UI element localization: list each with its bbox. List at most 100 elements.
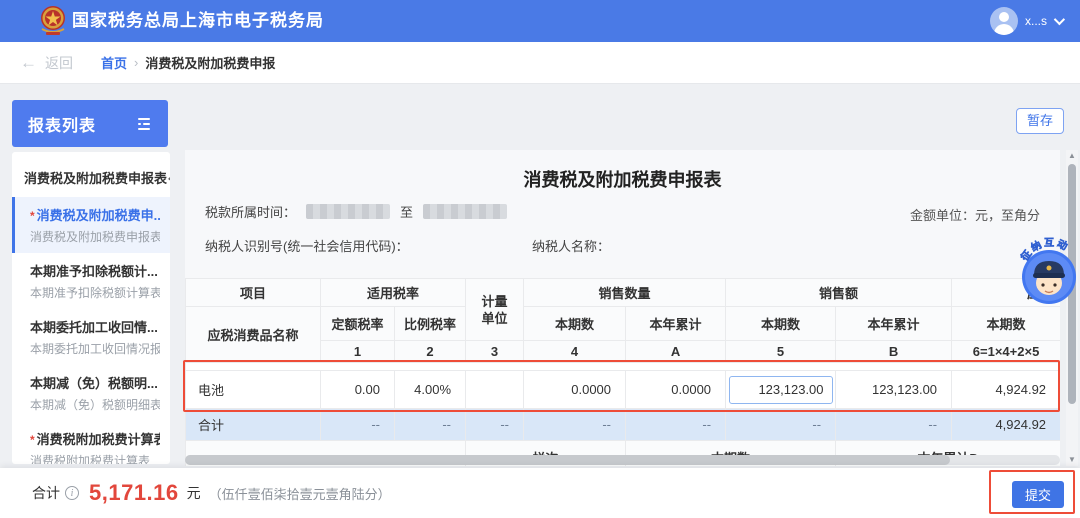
col-fixed-rate: 定额税率 xyxy=(321,307,395,341)
required-asterisk: * xyxy=(30,209,35,223)
app-title: 国家税务总局上海市电子税务局 xyxy=(72,0,324,42)
col-applicable-rate: 适用税率 xyxy=(321,279,466,307)
horizontal-scroll-thumb[interactable] xyxy=(185,455,950,465)
back-arrow-icon[interactable]: ← xyxy=(20,53,37,73)
tax-period-end-redacted xyxy=(423,204,507,219)
spacer-row xyxy=(186,363,1061,371)
breadcrumb-current: 消费税及附加税费申报 xyxy=(145,53,275,72)
caret-up-icon xyxy=(168,174,170,184)
col-sales-qty: 销售数量 xyxy=(524,279,726,307)
temp-save-button[interactable]: 暂存 xyxy=(1016,108,1064,134)
amount-unit-note: 金额单位：元，至角分 xyxy=(910,205,1040,224)
col-sales-amount: 销售额 xyxy=(726,279,952,307)
ratio-rate-cell: 4.00% xyxy=(395,371,466,409)
sidebar-item-label: 本期准予扣除税额计... xyxy=(30,264,158,279)
sidebar-item-surcharge-calc[interactable]: *消费税附加税费计算表 消费税附加税费计算表 xyxy=(12,421,170,464)
colnum-2: 2 xyxy=(395,341,466,363)
colnum-B: B xyxy=(836,341,952,363)
form-title: 消费税及附加税费申报表 xyxy=(185,166,1060,192)
sidebar-item-label: 消费税附加税费计算表 xyxy=(37,432,160,447)
col-tax-current: 本期数 xyxy=(952,307,1060,341)
user-menu[interactable]: x...s xyxy=(990,0,1062,42)
breadcrumb-home[interactable]: 首页 xyxy=(101,53,127,72)
taxpayer-name-label: 纳税人名称： xyxy=(532,236,610,255)
vertical-scroll-thumb[interactable] xyxy=(1068,164,1076,404)
top-header-bar: 国家税务总局上海市电子税务局 x...s xyxy=(0,0,1080,42)
tax-current-cell: 4,924.92 xyxy=(952,371,1060,409)
list-collapse-icon[interactable] xyxy=(136,117,152,131)
tax-period-to: 至 xyxy=(400,202,413,221)
unit-cell xyxy=(466,371,524,409)
tax-period-label: 税款所属时间： xyxy=(205,202,296,221)
sidebar-item-sub: 本期减（免）税额明细表 xyxy=(30,396,160,413)
app-root: 国家税务总局上海市电子税务局 x...s ← 返回 首页 › 消费税及附加税费申… xyxy=(0,0,1080,518)
tax-period-row: 税款所属时间： 至 xyxy=(205,202,507,221)
colnum-5: 5 xyxy=(726,341,836,363)
col-ratio-rate: 比例税率 xyxy=(395,307,466,341)
col-taxable-goods-name: 应税消费品名称 xyxy=(186,307,321,363)
sidebar-item-sub: 本期准予扣除税额计算表 xyxy=(30,284,160,301)
sidebar-item-main-declaration[interactable]: *消费税及附加税费申... 消费税及附加税费申报表 xyxy=(12,197,170,253)
person-icon xyxy=(999,12,1009,22)
back-button[interactable]: 返回 xyxy=(45,53,73,73)
sidebar-item-sub: 消费税及附加税费申报表 xyxy=(30,228,160,245)
footer-total-amount: 5,171.16 xyxy=(89,480,179,506)
breadcrumb-bar: ← 返回 首页 › 消费税及附加税费申报 xyxy=(0,42,1080,84)
sidebar-item-label: 消费税及附加税费申... xyxy=(37,208,160,223)
sidebar-item-entrusted-processing[interactable]: 本期委托加工收回情... 本期委托加工收回情况报告书 xyxy=(12,309,170,365)
colnum-3: 3 xyxy=(466,341,524,363)
scroll-down-icon[interactable]: ▼ xyxy=(1066,454,1078,466)
info-icon[interactable]: i xyxy=(65,486,79,500)
col-item: 项目 xyxy=(186,279,321,307)
colnum-4: 4 xyxy=(524,341,626,363)
sidebar-item-sub: 消费税附加税费计算表 xyxy=(30,452,160,464)
qty-current-cell: 0.0000 xyxy=(524,371,626,409)
total-tax-cell: 4,924.92 xyxy=(952,409,1060,441)
sales-amount-input[interactable] xyxy=(729,376,833,404)
total-label-cell: 合计 xyxy=(186,409,321,441)
user-name: x...s xyxy=(1025,14,1047,28)
colnum-A: A xyxy=(626,341,726,363)
breadcrumb-separator: › xyxy=(134,55,138,70)
sidebar-item-tax-reduction[interactable]: 本期减（免）税额明... 本期减（免）税额明细表 xyxy=(12,365,170,421)
chevron-down-icon[interactable] xyxy=(1054,14,1065,25)
table-row-battery: 电池 0.00 4.00% 0.0000 0.0000 123,123.00 4… xyxy=(186,371,1061,409)
fixed-rate-cell: 0.00 xyxy=(321,371,395,409)
col-amt-year: 本年累计 xyxy=(836,307,952,341)
required-asterisk: * xyxy=(30,433,35,447)
col-qty-current: 本期数 xyxy=(524,307,626,341)
sidebar-item-label: 本期委托加工收回情... xyxy=(30,320,158,335)
amt-year-cell: 123,123.00 xyxy=(836,371,952,409)
table-row-total: 合计 -- -- -- -- -- -- -- 4,924.92 xyxy=(186,409,1061,441)
footer-bar: 合计 i 5,171.16 元 （伍仟壹佰柒拾壹元壹角陆分） xyxy=(0,468,1080,518)
sidebar-item-label: 本期减（免）税额明... xyxy=(30,376,158,391)
sidebar-item-sub: 本期委托加工收回情况报告书 xyxy=(30,340,160,357)
user-avatar[interactable] xyxy=(990,7,1018,35)
colnum-1: 1 xyxy=(321,341,395,363)
scroll-up-icon[interactable]: ▲ xyxy=(1066,150,1078,162)
colnum-6: 6=1×4+2×5 xyxy=(952,341,1060,363)
col-tax-payable: 应纳 xyxy=(952,279,1060,307)
sidebar-item-deduction-calc[interactable]: 本期准予扣除税额计... 本期准予扣除税额计算表 xyxy=(12,253,170,309)
col-qty-year: 本年累计 xyxy=(626,307,726,341)
national-emblem-icon xyxy=(38,5,68,37)
footer-amount-in-words: （伍仟壹佰柒拾壹元壹角陆分） xyxy=(209,484,391,503)
col-unit: 计量单位 xyxy=(466,279,524,341)
submit-button[interactable]: 提交 xyxy=(1012,481,1064,508)
col-tax-payable-label: 应纳 xyxy=(1027,283,1053,302)
qty-year-cell: 0.0000 xyxy=(626,371,726,409)
footer-unit: 元 xyxy=(187,483,201,503)
footer-total-label: 合计 xyxy=(32,483,60,503)
report-list-panel: 消费税及附加税费申报表 *消费税及附加税费申... 消费税及附加税费申报表 本期… xyxy=(12,152,170,464)
goods-name-cell: 电池 xyxy=(186,371,321,409)
tax-period-start-redacted xyxy=(306,204,390,219)
horizontal-scrollbar[interactable] xyxy=(185,455,1060,465)
report-group-header[interactable]: 消费税及附加税费申报表 xyxy=(12,152,170,197)
report-group-label: 消费税及附加税费申报表 xyxy=(24,168,167,187)
report-list-header: 报表列表 xyxy=(12,100,168,147)
report-list-title: 报表列表 xyxy=(28,112,96,136)
col-amt-current: 本期数 xyxy=(726,307,836,341)
declaration-form-panel: 消费税及附加税费申报表 税款所属时间： 至 金额单位：元，至角分 纳税人识别号(… xyxy=(185,150,1060,466)
declaration-table: 项目 适用税率 计量单位 销售数量 销售额 应纳 应税消费品名称 定额税率 比例… xyxy=(185,278,1060,466)
vertical-scrollbar[interactable]: ▲ ▼ xyxy=(1066,150,1078,466)
